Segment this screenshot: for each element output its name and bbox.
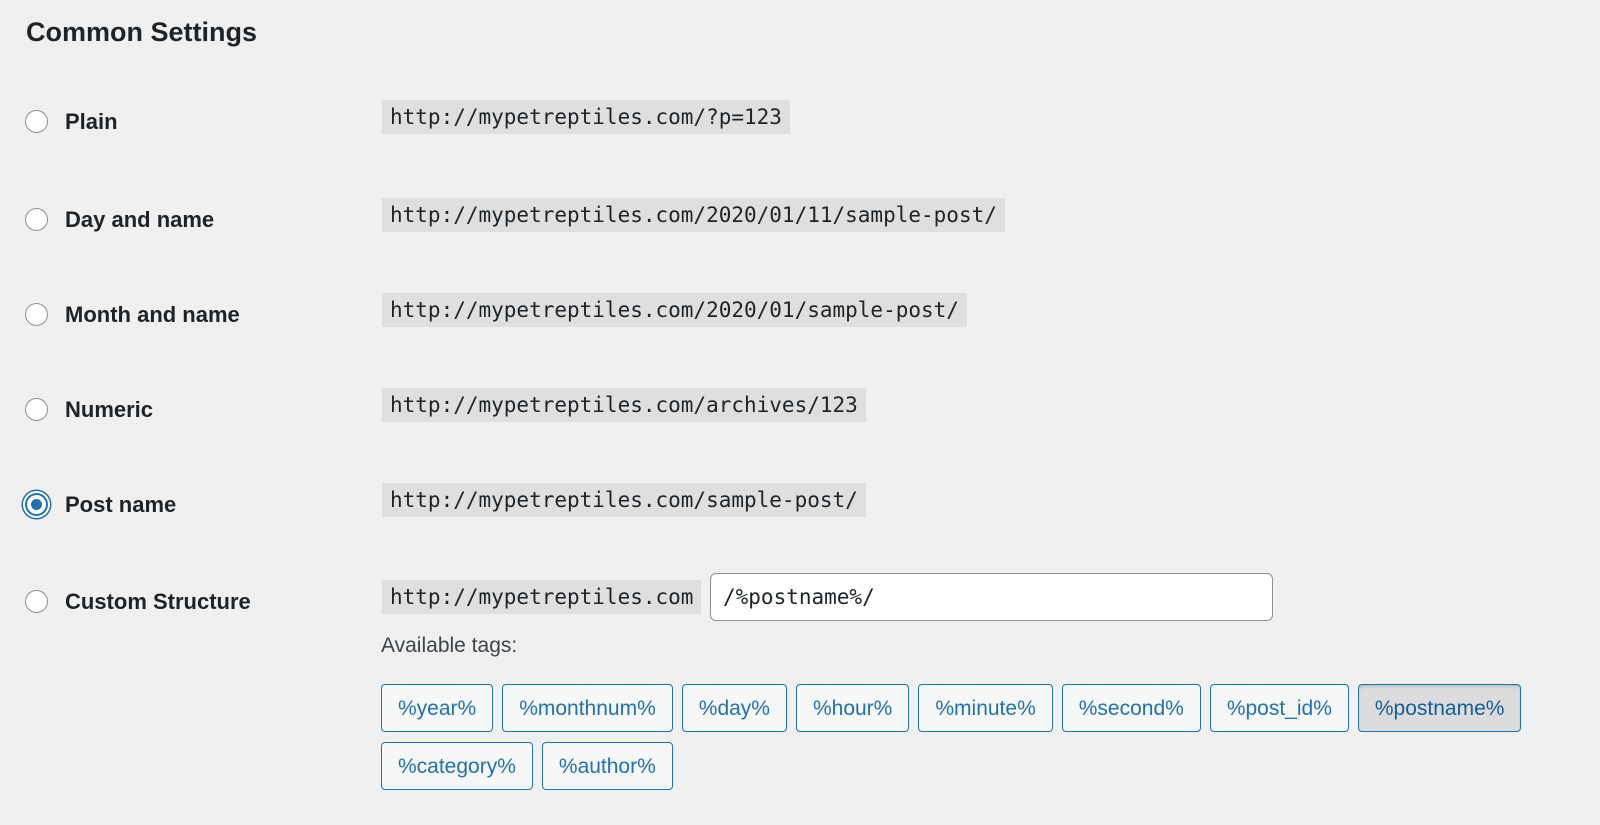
tag-button-monthnum[interactable]: %monthnum% (502, 684, 673, 732)
tag-button-minute[interactable]: %minute% (918, 684, 1053, 732)
tag-button-postname[interactable]: %postname% (1357, 684, 1522, 732)
permalink-settings-page: Common Settings Plain http://mypetreptil… (0, 0, 1600, 825)
tag-button-hour[interactable]: %hour% (795, 684, 910, 732)
radio-post-name[interactable] (25, 493, 48, 516)
section-title: Common Settings (26, 17, 258, 47)
example-url-day-and-name: http://mypetreptiles.com/2020/01/11/samp… (382, 198, 1005, 232)
example-url-plain: http://mypetreptiles.com/?p=123 (382, 100, 790, 134)
example-url-post-name: http://mypetreptiles.com/sample-post/ (382, 483, 866, 517)
custom-structure-base-url: http://mypetreptiles.com (382, 580, 702, 614)
option-row-numeric: Numeric http://mypetreptiles.com/archive… (0, 388, 1600, 438)
example-url-month-and-name: http://mypetreptiles.com/2020/01/sample-… (382, 293, 967, 327)
custom-structure-input[interactable] (710, 573, 1273, 621)
tag-button-post-id[interactable]: %post_id% (1209, 684, 1349, 732)
radio-numeric[interactable] (25, 398, 48, 421)
tag-button-year[interactable]: %year% (381, 684, 494, 732)
tag-button-day[interactable]: %day% (681, 684, 787, 732)
radio-plain[interactable] (25, 110, 48, 133)
option-row-month-and-name: Month and name http://mypetreptiles.com/… (0, 293, 1600, 343)
radio-custom-structure[interactable] (25, 590, 48, 613)
option-label-numeric[interactable]: Numeric (65, 397, 153, 423)
tag-button-category[interactable]: %category% (381, 742, 533, 790)
example-url-numeric: http://mypetreptiles.com/archives/123 (382, 388, 866, 422)
option-row-plain: Plain http://mypetreptiles.com/?p=123 (0, 100, 1600, 150)
tag-button-author[interactable]: %author% (541, 742, 673, 790)
option-label-custom-structure[interactable]: Custom Structure (65, 589, 251, 615)
option-row-post-name: Post name http://mypetreptiles.com/sampl… (0, 483, 1600, 533)
option-row-day-and-name: Day and name http://mypetreptiles.com/20… (0, 198, 1600, 248)
option-label-plain[interactable]: Plain (65, 109, 118, 135)
tag-button-second[interactable]: %second% (1061, 684, 1201, 732)
option-label-post-name[interactable]: Post name (65, 492, 176, 518)
radio-month-and-name[interactable] (25, 303, 48, 326)
radio-day-and-name[interactable] (25, 208, 48, 231)
available-tags-list: %year% %monthnum% %day% %hour% %minute% … (381, 684, 1581, 790)
option-label-month-and-name[interactable]: Month and name (65, 302, 240, 328)
option-label-day-and-name[interactable]: Day and name (65, 207, 214, 233)
available-tags-label: Available tags: (381, 634, 518, 657)
